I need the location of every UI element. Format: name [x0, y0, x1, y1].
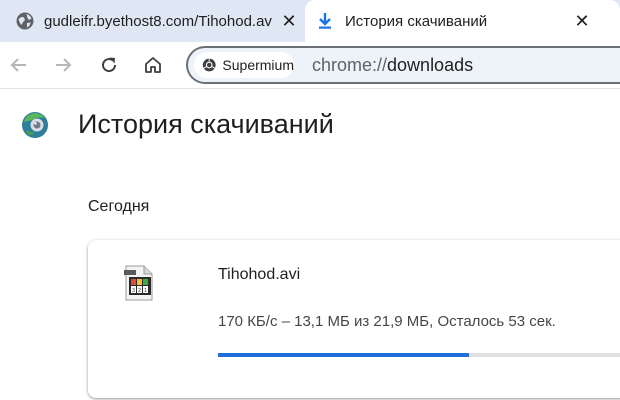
- tab-tihohod[interactable]: gudleifr.byethost8.com/Tihohod.avi ✕: [0, 0, 305, 42]
- page-title: История скачиваний: [78, 109, 334, 139]
- section-date-label: Сегодня: [88, 198, 150, 215]
- forward-button[interactable]: [48, 50, 78, 80]
- download-status: 170 КБ/с – 13,1 МБ из 21,9 МБ, Осталось …: [218, 313, 556, 330]
- address-bar[interactable]: Supermium chrome://downloads: [186, 46, 620, 84]
- svg-text:1: 1: [144, 288, 147, 294]
- download-icon: [317, 12, 333, 30]
- supermium-logo-icon: [202, 58, 216, 72]
- home-button[interactable]: [138, 50, 168, 80]
- close-icon[interactable]: ✕: [278, 10, 300, 32]
- reload-button[interactable]: [94, 50, 124, 80]
- back-button[interactable]: [4, 50, 34, 80]
- tab-title: История скачиваний: [345, 12, 488, 30]
- back-arrow-icon: [10, 58, 26, 72]
- home-icon: [145, 57, 161, 73]
- video-file-icon: 3 2 1: [124, 265, 153, 301]
- svg-text:3: 3: [132, 288, 135, 294]
- tab-downloads[interactable]: История скачиваний ✕: [305, 0, 620, 42]
- progress-bar: [218, 353, 620, 357]
- url-path: downloads: [387, 55, 474, 75]
- svg-text:2: 2: [138, 288, 141, 294]
- toolbar: Supermium chrome://downloads: [0, 42, 620, 89]
- close-icon[interactable]: ✕: [571, 10, 593, 32]
- chip-label: Supermium: [222, 57, 294, 73]
- progress-fill: [218, 353, 470, 357]
- download-card: 3 2 1 Tihohod.avi 170 КБ/с – 13,1 МБ из …: [88, 240, 620, 398]
- reload-icon: [102, 57, 117, 73]
- site-chip[interactable]: Supermium: [194, 52, 294, 78]
- downloads-logo-icon: [22, 112, 48, 138]
- globe-icon: [16, 12, 34, 30]
- tab-strip: gudleifr.byethost8.com/Tihohod.avi ✕ Ист…: [0, 0, 620, 42]
- url-scheme: chrome://: [312, 55, 388, 75]
- forward-arrow-icon: [56, 58, 72, 72]
- file-name-link[interactable]: Tihohod.avi: [218, 266, 300, 284]
- url-text[interactable]: chrome://downloads: [312, 55, 473, 76]
- tab-title: gudleifr.byethost8.com/Tihohod.avi: [44, 12, 272, 30]
